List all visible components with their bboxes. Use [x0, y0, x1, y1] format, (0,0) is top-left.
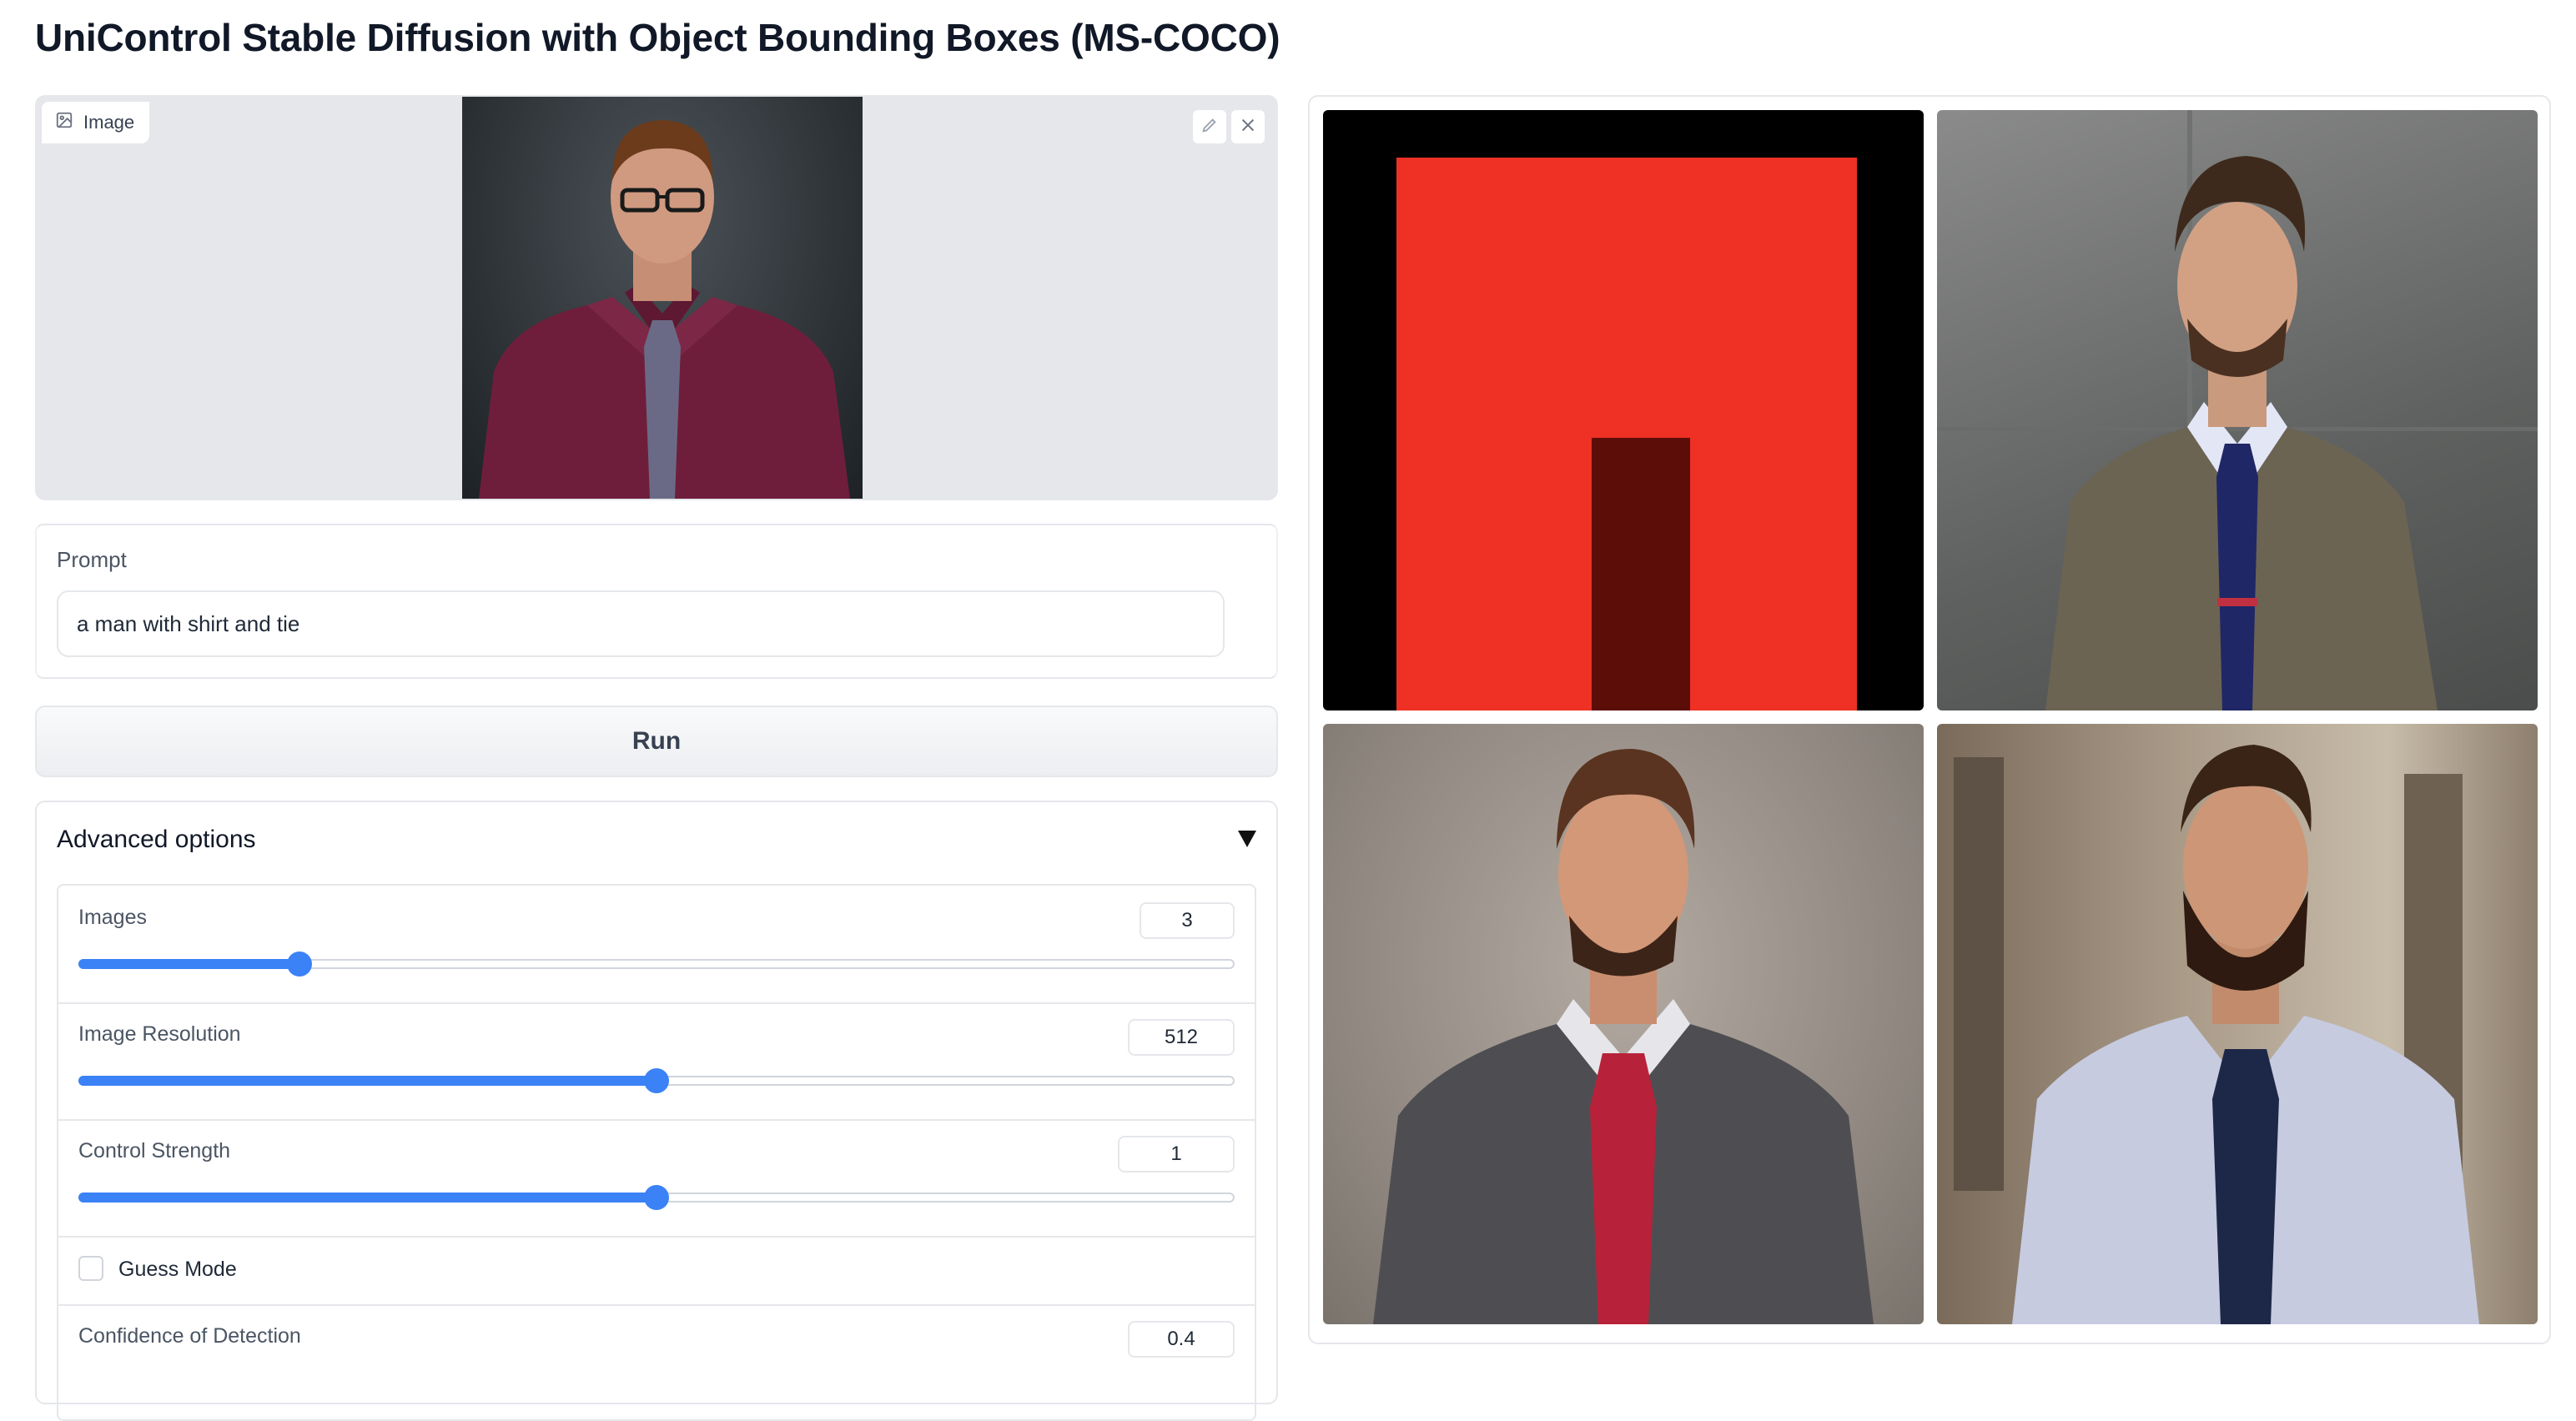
close-icon [1239, 116, 1257, 138]
prompt-label: Prompt [57, 547, 127, 572]
resolution-label: Image Resolution [78, 1022, 241, 1046]
input-image [462, 97, 863, 499]
strength-number-input[interactable]: 1 [1118, 1136, 1235, 1172]
resolution-setting: Image Resolution 512 [58, 1002, 1255, 1121]
prompt-block: Prompt [35, 524, 1278, 679]
strength-slider-thumb[interactable] [644, 1185, 669, 1210]
images-slider[interactable] [78, 952, 1235, 977]
resolution-slider-thumb[interactable] [644, 1068, 669, 1093]
confidence-label: Confidence of Detection [78, 1324, 301, 1348]
triangle-down-icon[interactable] [1238, 831, 1256, 847]
image-input-panel[interactable]: Image [35, 95, 1278, 500]
images-slider-fill [78, 959, 298, 969]
gallery-item-generated-3[interactable] [1937, 724, 2538, 1324]
advanced-options-body: Images 3 Image Resolution 512 Control St… [57, 884, 1256, 1421]
advanced-options-accordion: Advanced options Images 3 Image Resoluti… [35, 801, 1278, 1421]
gallery-item-bbox-map[interactable] [1323, 110, 1924, 710]
images-setting: Images 3 [58, 886, 1255, 1004]
resolution-slider-fill [78, 1076, 655, 1086]
guess-mode-setting: Guess Mode [58, 1236, 1255, 1306]
images-label: Images [78, 906, 147, 929]
confidence-number-input[interactable]: 0.4 [1128, 1321, 1235, 1358]
advanced-options-header[interactable]: Advanced options [57, 826, 256, 854]
gallery-item-generated-1[interactable] [1937, 110, 2538, 710]
image-label-text: Image [83, 112, 135, 133]
confidence-setting: Confidence of Detection 0.4 [58, 1304, 1255, 1421]
run-button[interactable]: Run [35, 705, 1278, 777]
resolution-slider[interactable] [78, 1068, 1235, 1093]
strength-slider-fill [78, 1193, 655, 1203]
clear-image-button[interactable] [1230, 108, 1266, 145]
image-label-tab: Image [40, 100, 152, 145]
strength-setting: Control Strength 1 [58, 1119, 1255, 1238]
output-gallery [1308, 95, 2551, 1344]
edit-image-button[interactable] [1191, 108, 1228, 145]
page-title: UniControl Stable Diffusion with Object … [35, 16, 1280, 59]
strength-slider[interactable] [78, 1185, 1235, 1210]
pencil-icon [1200, 116, 1219, 138]
guess-mode-checkbox[interactable] [78, 1256, 103, 1281]
resolution-number-input[interactable]: 512 [1128, 1019, 1235, 1056]
prompt-input[interactable] [57, 590, 1225, 657]
gallery-item-generated-2[interactable] [1323, 724, 1924, 1324]
image-icon [55, 111, 73, 134]
guess-mode-label: Guess Mode [118, 1258, 237, 1281]
images-slider-thumb[interactable] [286, 952, 312, 977]
images-number-input[interactable]: 3 [1140, 902, 1235, 939]
strength-label: Control Strength [78, 1139, 231, 1162]
